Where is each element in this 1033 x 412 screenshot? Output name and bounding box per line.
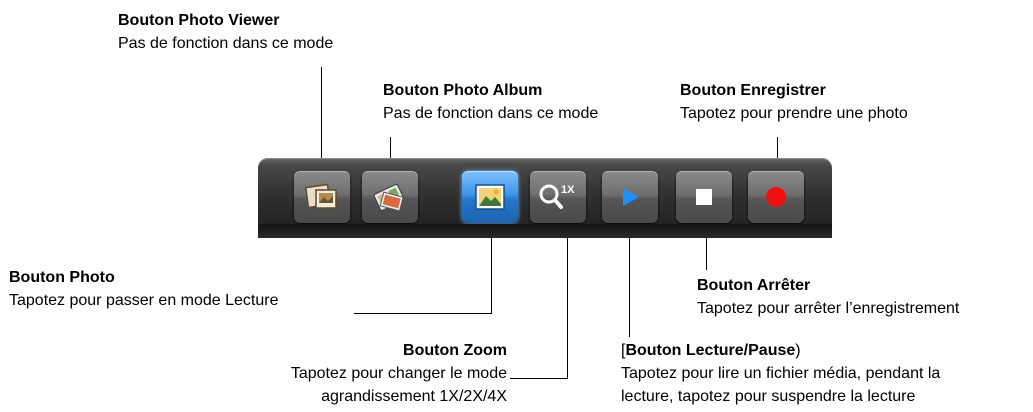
play-pause-callout-desc-line2: lecture, tapotez pour suspendre la lectu… bbox=[621, 388, 916, 405]
zoom-callout: Bouton Zoom Tapotez pour changer le mode… bbox=[291, 339, 507, 408]
zoom-level-label: 1X bbox=[561, 184, 575, 196]
photo-callout: Bouton Photo Tapotez pour passer en mode… bbox=[9, 266, 279, 312]
zoom-button[interactable]: 1X bbox=[530, 171, 586, 223]
photo-viewer-callout-title: Bouton Photo Viewer bbox=[118, 12, 280, 29]
record-callout-title: Bouton Enregistrer bbox=[680, 82, 826, 99]
photo-viewer-callout: Bouton Photo Viewer Pas de fonction dans… bbox=[118, 9, 333, 55]
photo-album-icon bbox=[370, 180, 410, 214]
play-pause-callout-title: Bouton Lecture/Pause bbox=[625, 342, 796, 359]
photo-button[interactable] bbox=[462, 171, 518, 223]
play-pause-callout: [Bouton Lecture/Pause) Tapotez pour lire… bbox=[621, 339, 940, 408]
photo-viewer-callout-desc: Pas de fonction dans ce mode bbox=[118, 35, 334, 52]
stop-callout-title: Bouton Arrêter bbox=[697, 277, 811, 294]
record-icon bbox=[764, 185, 788, 209]
play-pause-callout-desc-line1: Tapotez pour lire un fichier média, pend… bbox=[621, 365, 941, 382]
photo-viewer-icon bbox=[304, 180, 340, 214]
record-callout-desc: Tapotez pour prendre une photo bbox=[680, 105, 908, 122]
stop-callout: Bouton Arrêter Tapotez pour arrêter l’en… bbox=[697, 274, 959, 320]
photo-viewer-leader bbox=[321, 67, 322, 172]
photo-album-callout-desc: Pas de fonction dans ce mode bbox=[383, 105, 599, 122]
stop-icon bbox=[694, 187, 714, 207]
play-pause-button[interactable] bbox=[602, 171, 658, 223]
photo-viewer-button[interactable] bbox=[294, 171, 350, 223]
stop-button[interactable] bbox=[676, 171, 732, 223]
zoom-leader-horizontal bbox=[510, 378, 568, 379]
photo-album-button[interactable] bbox=[362, 171, 418, 223]
photo-album-callout-title: Bouton Photo Album bbox=[383, 82, 543, 99]
record-button[interactable] bbox=[748, 171, 804, 223]
zoom-callout-desc-line2: agrandissement 1X/2X/4X bbox=[321, 388, 507, 405]
photo-leader-vertical bbox=[491, 228, 492, 314]
play-pause-close-paren: ) bbox=[795, 342, 801, 359]
zoom-icon: 1X bbox=[537, 181, 579, 213]
zoom-callout-desc-line1: Tapotez pour changer le mode bbox=[290, 365, 507, 382]
photo-album-callout: Bouton Photo Album Pas de fonction dans … bbox=[383, 79, 598, 125]
photo-callout-title: Bouton Photo bbox=[9, 269, 115, 286]
zoom-leader-vertical bbox=[567, 228, 568, 379]
photo-leader-horizontal bbox=[354, 313, 492, 314]
photo-icon bbox=[475, 184, 505, 210]
play-pause-leader bbox=[629, 228, 630, 337]
stop-callout-desc: Tapotez pour arrêter l’enregistrement bbox=[697, 300, 960, 317]
record-callout: Bouton Enregistrer Tapotez pour prendre … bbox=[680, 79, 908, 125]
media-toolbar: 1X bbox=[258, 158, 832, 238]
play-icon bbox=[618, 185, 642, 209]
photo-callout-desc: Tapotez pour passer en mode Lecture bbox=[9, 292, 279, 309]
zoom-callout-title: Bouton Zoom bbox=[403, 342, 507, 359]
